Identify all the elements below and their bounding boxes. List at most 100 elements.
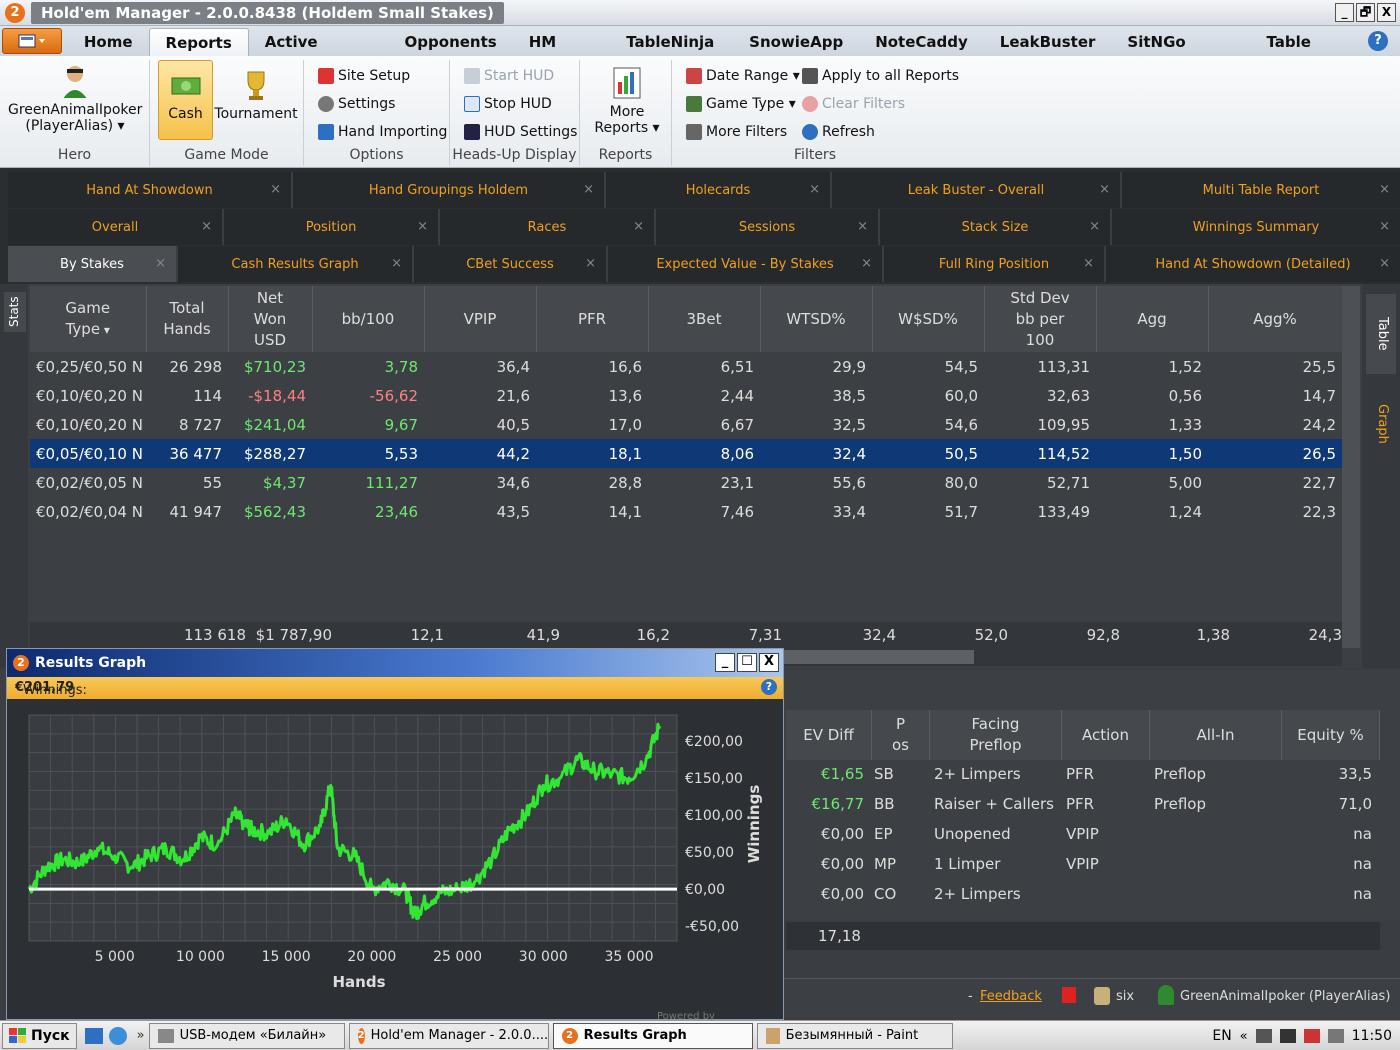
network-icon[interactable] xyxy=(1255,1029,1272,1043)
tab-sessions[interactable]: Sessions × xyxy=(656,209,880,245)
help-icon[interactable]: ? xyxy=(1368,31,1388,51)
hand-list-column-header[interactable]: Action xyxy=(1062,710,1150,760)
menu-tableninja[interactable]: TableNinja 2 xyxy=(610,28,733,79)
tournament-button[interactable]: Tournament xyxy=(214,68,298,122)
close-tab-icon[interactable]: × xyxy=(155,256,166,271)
stats-side-tab[interactable]: Stats xyxy=(4,292,26,332)
graph-window-titlebar[interactable]: 2 Results Graph _ ☐ X xyxy=(7,649,783,677)
table-row[interactable]: €0,10/€0,20 N 114 -$18,44 -56,62 21,6 13,6 2,4… xyxy=(30,381,1342,410)
hand-list-row[interactable]: €16,77 BB Raiser + Callers PFR Preflop 71,0 xyxy=(786,790,1380,820)
ie-icon[interactable] xyxy=(108,1026,127,1045)
close-tab-icon[interactable]: × xyxy=(1099,182,1110,197)
volume-icon[interactable] xyxy=(1327,1029,1344,1043)
minimize-button[interactable]: _ xyxy=(1335,3,1354,22)
column-header[interactable]: WTSD% xyxy=(760,286,873,352)
menu-hm-apps[interactable]: HM Apps xyxy=(513,28,610,79)
table-row[interactable]: €0,05/€0,10 N 36 477 $288,27 5,53 44,2 18,1 8,… xyxy=(30,439,1342,468)
hand-list-column-header[interactable]: Equity % xyxy=(1282,710,1380,760)
game-type-button[interactable]: Game Type ▾ xyxy=(686,96,796,112)
close-tab-icon[interactable]: × xyxy=(391,256,402,271)
close-tab-icon[interactable]: × xyxy=(417,219,428,234)
apply-all-reports-button[interactable]: Apply to all Reports xyxy=(802,68,959,84)
close-tab-icon[interactable]: × xyxy=(633,219,644,234)
security-icon[interactable] xyxy=(1303,1029,1320,1043)
graph-minimize-button[interactable]: _ xyxy=(715,653,735,672)
column-header[interactable]: bb/100 xyxy=(312,286,425,352)
hand-list-row[interactable]: €0,00 MP 1 Limper VPIP na xyxy=(786,850,1380,880)
clock[interactable]: 11:50 xyxy=(1352,1028,1392,1044)
column-header[interactable]: Std Dev bb per 100 xyxy=(984,286,1097,352)
menu-sitngo-wizard[interactable]: SitNGo Wizard xyxy=(1111,28,1250,79)
close-button[interactable]: X xyxy=(1377,3,1396,22)
feedback-link[interactable]: Feedback xyxy=(980,989,1042,1004)
hand-list-column-header[interactable]: All-In xyxy=(1150,710,1282,760)
hand-list-row[interactable]: €1,65 SB 2+ Limpers PFR Preflop 33,5 xyxy=(786,760,1380,790)
app-menu-button[interactable] xyxy=(2,28,62,54)
menu-reports[interactable]: Reports xyxy=(148,28,249,56)
more-reports-button[interactable]: More Reports ▾ xyxy=(588,66,666,136)
close-tab-icon[interactable]: × xyxy=(1379,256,1390,271)
graph-help-icon[interactable]: ? xyxy=(761,679,777,695)
column-header[interactable]: 3Bet xyxy=(648,286,761,352)
menu-leakbuster[interactable]: LeakBuster xyxy=(984,28,1112,56)
menu-home[interactable]: Home xyxy=(68,28,149,56)
tab-cash-results-graph[interactable]: Cash Results Graph × xyxy=(178,246,414,282)
sort-dropdown-icon[interactable]: ▾ xyxy=(100,323,110,337)
hand-list-row[interactable]: €0,00 EP Unopened VPIP na xyxy=(786,820,1380,850)
close-tab-icon[interactable]: × xyxy=(583,182,594,197)
stop-hud-button[interactable]: Stop HUD xyxy=(464,96,552,112)
menu-notecaddy[interactable]: NoteCaddy xyxy=(859,28,984,56)
hand-list-column-header[interactable]: Pos xyxy=(872,710,930,760)
close-tab-icon[interactable]: × xyxy=(1379,219,1390,234)
tab-hand-at-showdown-detailed[interactable]: Hand At Showdown (Detailed) × xyxy=(1106,246,1400,282)
tab-leak-buster[interactable]: Leak Buster - Overall × xyxy=(832,172,1122,208)
close-tab-icon[interactable]: × xyxy=(809,182,820,197)
hud-settings-button[interactable]: HUD Settings xyxy=(464,124,577,140)
close-tab-icon[interactable]: × xyxy=(585,256,596,271)
tray-expand-icon[interactable]: « xyxy=(1240,1029,1248,1044)
tab-cbet-success[interactable]: CBet Success × xyxy=(414,246,608,282)
close-tab-icon[interactable]: × xyxy=(270,182,281,197)
horizontal-scrollbar[interactable] xyxy=(784,648,1342,666)
tab-position[interactable]: Position × xyxy=(224,209,440,245)
hand-importing-button[interactable]: Hand Importing xyxy=(318,124,447,140)
hand-list-column-header[interactable]: Facing Preflop xyxy=(930,710,1062,760)
taskbar-item-usb-modem[interactable]: USB-модем «Билайн» xyxy=(148,1022,345,1049)
taskbar-item-paint[interactable]: Безымянный - Paint xyxy=(756,1022,953,1049)
settings-button[interactable]: Settings xyxy=(318,96,395,112)
table-row[interactable]: €0,02/€0,05 N 55 $4,37 111,27 34,6 28,8 23,1 55… xyxy=(30,468,1342,497)
hand-list-column-header[interactable]: EV Diff xyxy=(786,710,872,760)
column-header[interactable]: PFR xyxy=(536,286,649,352)
close-tab-icon[interactable]: × xyxy=(1379,182,1390,197)
close-tab-icon[interactable]: × xyxy=(201,219,212,234)
taskbar-item-holdem-manager[interactable]: 2 Hold'em Manager - 2.0.0.... xyxy=(348,1022,549,1049)
hand-list-row[interactable]: €0,00 CO 2+ Limpers na xyxy=(786,880,1380,910)
current-player[interactable]: GreenAnimalIpoker (PlayerAlias) xyxy=(1180,989,1390,1004)
tab-expected-value[interactable]: Expected Value - By Stakes × xyxy=(608,246,884,282)
graph-view-tab[interactable]: Graph xyxy=(1366,384,1396,464)
column-header[interactable]: Agg% xyxy=(1208,286,1343,352)
start-hud-button[interactable]: Start HUD xyxy=(464,68,554,84)
graph-maximize-button[interactable]: ☐ xyxy=(737,653,757,672)
flag-icon[interactable] xyxy=(1062,987,1076,1003)
language-indicator[interactable]: EN xyxy=(1212,1028,1231,1044)
taskbar-item-results-graph[interactable]: 2 Results Graph xyxy=(552,1022,753,1049)
table-row[interactable]: €0,10/€0,20 N 8 727 $241,04 9,67 40,5 17,0 6,6… xyxy=(30,410,1342,439)
show-desktop-icon[interactable] xyxy=(84,1027,103,1044)
column-header[interactable]: Net Won USD xyxy=(228,286,313,352)
close-tab-icon[interactable]: × xyxy=(861,256,872,271)
close-tab-icon[interactable]: × xyxy=(1083,256,1094,271)
column-header[interactable]: Total Hands xyxy=(146,286,229,352)
column-header[interactable]: VPIP xyxy=(424,286,537,352)
scroll-thumb[interactable] xyxy=(784,650,974,664)
site-setup-button[interactable]: Site Setup xyxy=(318,68,410,84)
table-view-tab[interactable]: Table xyxy=(1366,294,1396,374)
tab-stack-size[interactable]: Stack Size × xyxy=(880,209,1112,245)
hero-selector[interactable]: GreenAnimalIpoker (PlayerAlias) ▾ xyxy=(8,64,142,134)
tab-multi-table[interactable]: Multi Table Report × xyxy=(1122,172,1400,208)
tab-hand-groupings[interactable]: Hand Groupings Holdem × xyxy=(293,172,606,208)
clear-filters-button[interactable]: Clear Filters xyxy=(802,96,905,112)
tab-overall[interactable]: Overall × xyxy=(8,209,224,245)
tab-holecards[interactable]: Holecards × xyxy=(606,172,832,208)
quicklaunch-chevron-icon[interactable]: » xyxy=(137,1028,145,1043)
